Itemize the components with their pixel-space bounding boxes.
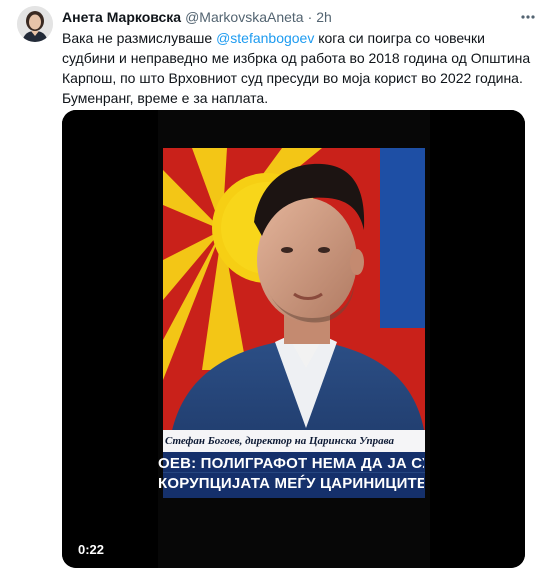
more-options-button[interactable] bbox=[517, 6, 539, 28]
tweet-text-prefix: Вака не размислуваше bbox=[62, 30, 217, 46]
tweet-timestamp[interactable]: 2h bbox=[316, 8, 332, 26]
avatar[interactable] bbox=[17, 6, 53, 42]
video-ticker-line-1: ОЕВ: ПОЛИГРАФОТ НЕМА ДА ЈА СУЗБ bbox=[158, 455, 424, 472]
author-display-name[interactable]: Анета Марковска bbox=[62, 8, 181, 26]
video-ticker-line-2: КОРУПЦИЈАТА МЕЃУ ЦАРИНИЦИТЕ bbox=[158, 475, 424, 492]
video-frame bbox=[62, 110, 525, 568]
video-duration-badge: 0:22 bbox=[72, 540, 111, 560]
video-player[interactable]: Стефан Богоев, директор на Царинска Упра… bbox=[62, 110, 525, 568]
avatar-image bbox=[17, 6, 53, 42]
tweet: Анета Марковска @MarkovskaAneta · 2h Вак… bbox=[0, 0, 553, 570]
mention-link[interactable]: @stefanbogoev bbox=[216, 30, 314, 46]
more-horizontal-icon bbox=[521, 15, 535, 19]
tweet-text: Вака не размислуваше @stefanbogoev кога … bbox=[62, 28, 532, 108]
separator-dot: · bbox=[307, 9, 313, 25]
tweet-header: Анета Марковска @MarkovskaAneta · 2h bbox=[62, 8, 513, 26]
author-handle[interactable]: @MarkovskaAneta bbox=[185, 8, 303, 26]
video-caption-name: Стефан Богоев, директор на Царинска Упра… bbox=[165, 435, 395, 447]
